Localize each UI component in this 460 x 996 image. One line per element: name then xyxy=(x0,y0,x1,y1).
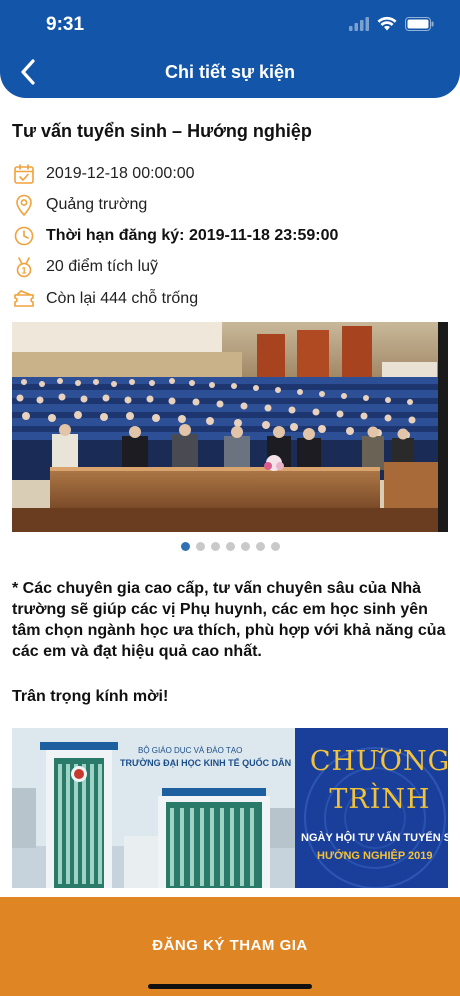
calendar-check-icon xyxy=(12,162,36,186)
event-location: Quảng trường xyxy=(46,196,148,213)
event-banner-image: BỘ GIÁO DỤC VÀ ĐÀO TẠO TRƯỜNG ĐẠI HỌC KI… xyxy=(12,728,448,888)
event-points-row: 1 20 điểm tích luỹ xyxy=(12,255,158,279)
register-bar: ĐĂNG KÝ THAM GIA xyxy=(0,897,460,996)
carousel-dot[interactable] xyxy=(255,542,265,551)
ticket-icon xyxy=(12,287,36,311)
event-location-row: Quảng trường xyxy=(12,193,147,217)
event-title: Tư vấn tuyển sinh – Hướng nghiệp xyxy=(12,121,312,141)
map-pin-icon xyxy=(12,193,36,217)
register-button[interactable]: ĐĂNG KÝ THAM GIA xyxy=(0,897,460,993)
wifi-icon xyxy=(377,16,397,36)
svg-text:1: 1 xyxy=(21,266,26,276)
carousel-dot[interactable] xyxy=(240,542,250,551)
event-photo xyxy=(12,322,448,532)
banner-org-university: TRƯỜNG ĐẠI HỌC KINH TẾ QUỐC DÂN xyxy=(120,758,292,768)
carousel-dots xyxy=(0,542,460,551)
event-seats: Còn lại 444 chỗ trống xyxy=(46,290,199,307)
banner-subtitle-line1: NGÀY HỘI TƯ VẤN TUYỂN SI xyxy=(301,832,448,844)
event-greeting: Trân trọng kính mời! xyxy=(12,688,169,705)
banner-title-line1: CHƯƠNG xyxy=(309,746,448,777)
home-indicator xyxy=(148,984,312,989)
banner-program-panel: CHƯƠNG TRÌNH NGÀY HỘI TƯ VẤN TUYỂN SI HƯ… xyxy=(295,728,448,888)
battery-icon xyxy=(405,16,434,36)
event-description: * Các chuyên gia cao cấp, tư vấn chuyên … xyxy=(12,580,446,660)
banner-title-line2: TRÌNH xyxy=(329,784,431,815)
banner-org-ministry: BỘ GIÁO DỤC VÀ ĐÀO TẠO xyxy=(138,746,243,755)
status-time: 9:31 xyxy=(46,14,85,35)
carousel-dot[interactable] xyxy=(180,542,190,551)
medal-icon: 1 xyxy=(12,255,36,279)
clock-icon xyxy=(12,224,36,248)
event-deadline-row: Thời hạn đăng ký: 2019-11-18 23:59:00 xyxy=(12,224,338,248)
carousel-dot[interactable] xyxy=(225,542,235,551)
event-deadline: Thời hạn đăng ký: 2019-11-18 23:59:00 xyxy=(46,227,339,244)
status-bar: 9:31 xyxy=(0,0,460,48)
event-image-carousel[interactable] xyxy=(12,322,448,532)
header: 9:31 Chi tiết sự kiện xyxy=(0,0,460,98)
carousel-next-slide xyxy=(438,322,448,532)
signal-icon xyxy=(349,16,369,36)
event-seats-row: Còn lại 444 chỗ trống xyxy=(12,287,198,311)
banner-subtitle-line2: HƯỚNG NGHIỆP 2019 xyxy=(317,850,433,862)
carousel-dot[interactable] xyxy=(270,542,280,551)
event-datetime: 2019-12-18 00:00:00 xyxy=(46,165,195,182)
page-title: Chi tiết sự kiện xyxy=(164,62,296,82)
status-icons xyxy=(349,16,434,36)
event-datetime-row: 2019-12-18 00:00:00 xyxy=(12,162,195,186)
carousel-dot[interactable] xyxy=(210,542,220,551)
carousel-dot[interactable] xyxy=(195,542,205,551)
event-points: 20 điểm tích luỹ xyxy=(46,258,159,275)
